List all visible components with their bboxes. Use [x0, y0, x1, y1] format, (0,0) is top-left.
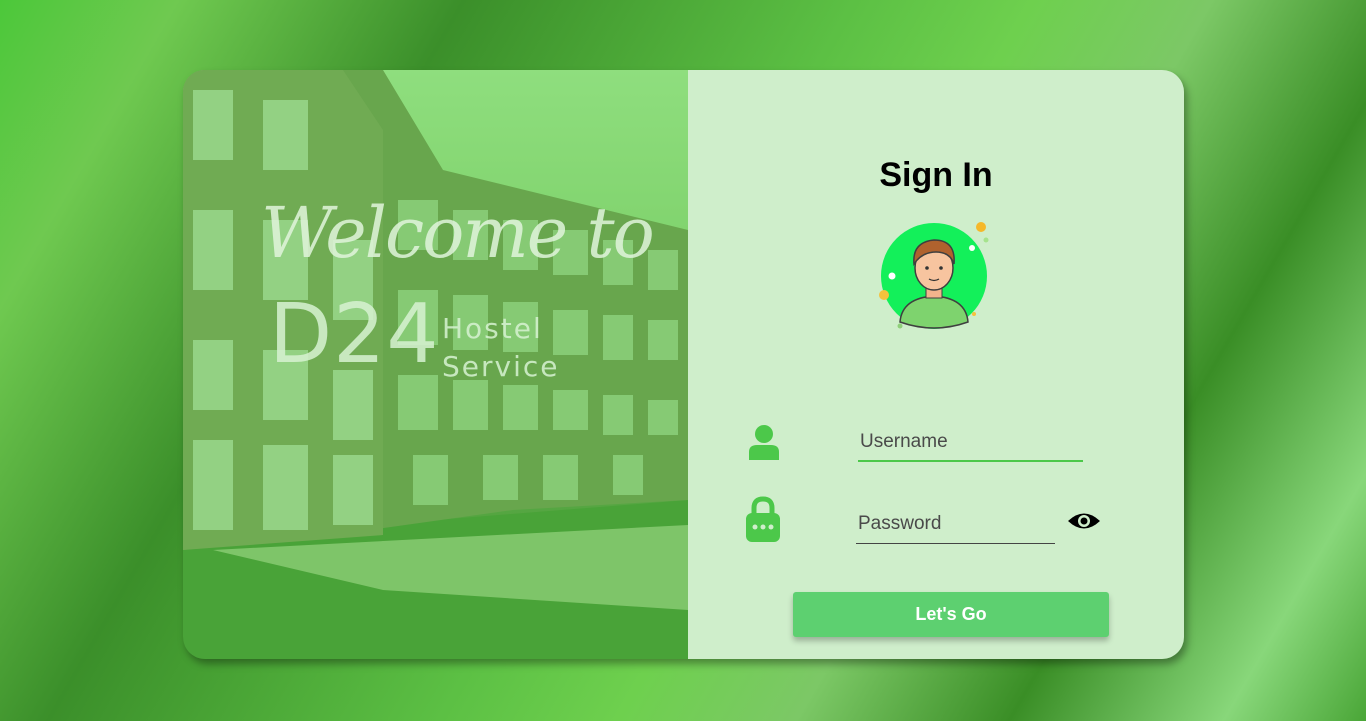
brand-subtitle-line1: Hostel	[442, 312, 543, 345]
avatar-illustration	[879, 222, 989, 329]
password-field[interactable]	[856, 508, 1055, 540]
brand-subtitle: Hostel Service	[442, 310, 559, 386]
lock-icon	[746, 496, 780, 542]
brand-subtitle-line2: Service	[442, 350, 560, 383]
submit-button[interactable]: Let's Go	[793, 592, 1109, 637]
brand-name: D24	[269, 287, 440, 382]
user-icon	[749, 425, 779, 460]
login-card: Welcome to D24 Hostel Service Sign In Us…	[183, 70, 1184, 659]
username-field[interactable]	[858, 426, 1082, 458]
username-underline	[858, 460, 1083, 462]
eye-icon[interactable]	[1067, 510, 1101, 532]
hero-panel: Welcome to D24 Hostel Service	[183, 70, 688, 659]
welcome-text: Welcome to	[261, 192, 655, 274]
signin-panel: Sign In Username Let's Go	[688, 70, 1184, 659]
page-title: Sign In	[879, 156, 993, 194]
password-underline	[856, 543, 1055, 544]
